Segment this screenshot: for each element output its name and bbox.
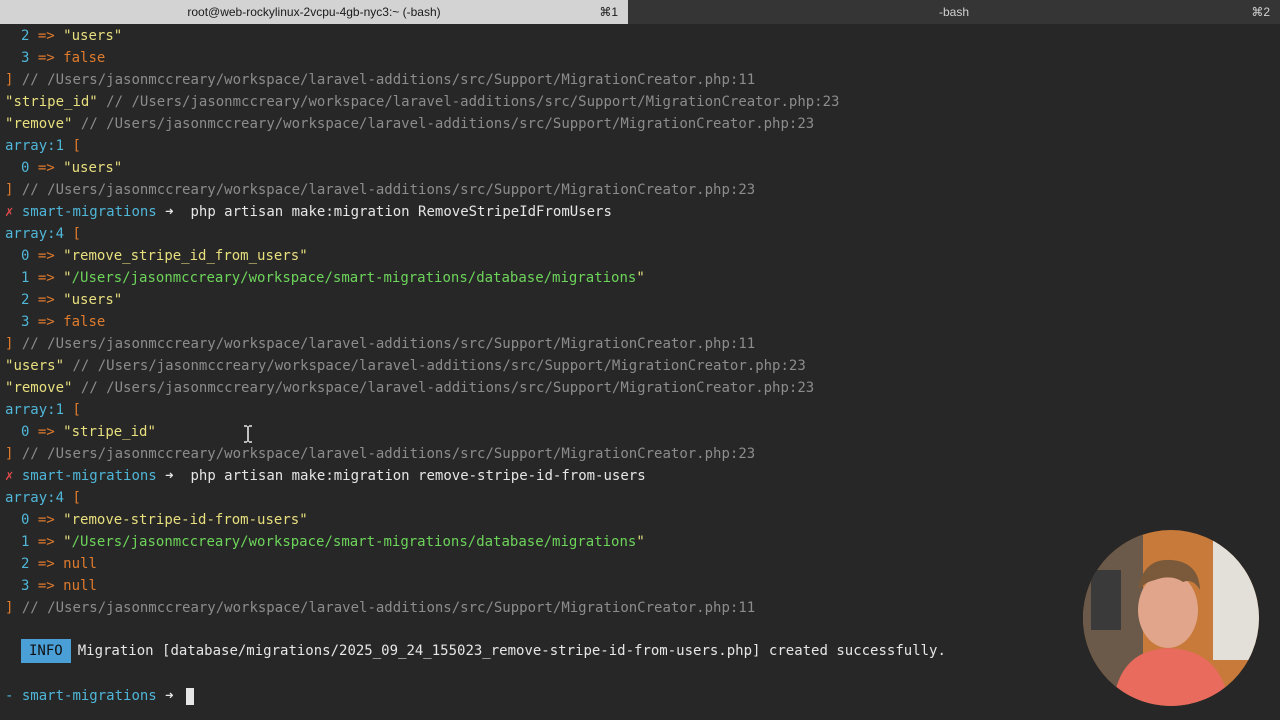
output-line: 3 => false (21, 314, 106, 330)
info-badge: INFO (21, 639, 71, 663)
command-line: ✗ smart-migrations ➜ php artisan make:mi… (5, 468, 646, 484)
tab-shortcut: ⌘2 (1251, 5, 1270, 19)
output-line: 3 => false (21, 50, 106, 66)
webcam-overlay (1083, 530, 1259, 706)
tab-title: root@web-rockylinux-2vcpu-4gb-nyc3:~ (-b… (187, 5, 441, 19)
migration-filename: [database/migrations/2025_09_24_155023_r… (162, 643, 761, 659)
output-line: array:4 [ (5, 226, 81, 242)
output-line: ] // /Users/jasonmccreary/workspace/lara… (5, 72, 756, 88)
output-line: 1 => "/Users/jasonmccreary/workspace/sma… (21, 270, 645, 286)
active-prompt[interactable]: - smart-migrations ➜ (5, 685, 195, 707)
output-line: 2 => null (21, 556, 97, 572)
tab-bash[interactable]: -bash ⌘2 (628, 0, 1280, 24)
output-line: array:1 [ (5, 402, 81, 418)
output-line: "users" // /Users/jasonmccreary/workspac… (5, 358, 806, 374)
output-line: 2 => "users" (21, 292, 123, 308)
output-line: array:4 [ (5, 490, 81, 506)
tab-title: -bash (938, 5, 970, 19)
output-line: "remove" // /Users/jasonmccreary/workspa… (5, 116, 815, 132)
tab-bar: root@web-rockylinux-2vcpu-4gb-nyc3:~ (-b… (0, 0, 1280, 24)
output-line: "remove" // /Users/jasonmccreary/workspa… (5, 380, 815, 396)
output-line: 0 => "remove_stripe_id_from_users" (21, 248, 308, 264)
output-line: ] // /Users/jasonmccreary/workspace/lara… (5, 182, 756, 198)
text-cursor (186, 687, 195, 705)
presenter-avatar (1083, 530, 1259, 706)
ibeam-cursor-icon (244, 425, 252, 443)
info-message: INFO Migration [database/migrations/2025_… (21, 639, 946, 663)
command-line: ✗ smart-migrations ➜ php artisan make:mi… (5, 204, 612, 220)
output-line: ] // /Users/jasonmccreary/workspace/lara… (5, 336, 756, 352)
tab-shortcut: ⌘1 (599, 5, 618, 19)
output-line: 0 => "stripe_id" (21, 424, 156, 440)
output-line: 1 => "/Users/jasonmccreary/workspace/sma… (21, 534, 645, 550)
output-line: 3 => null (21, 578, 97, 594)
output-line: array:1 [ (5, 138, 81, 154)
output-line: ] // /Users/jasonmccreary/workspace/lara… (5, 446, 756, 462)
output-line: 0 => "remove-stripe-id-from-users" (21, 512, 308, 528)
output-line: 2 => "users" (21, 28, 123, 44)
tab-ssh-session[interactable]: root@web-rockylinux-2vcpu-4gb-nyc3:~ (-b… (0, 0, 628, 24)
output-line: 0 => "users" (21, 160, 123, 176)
output-line: "stripe_id" // /Users/jasonmccreary/work… (5, 94, 840, 110)
